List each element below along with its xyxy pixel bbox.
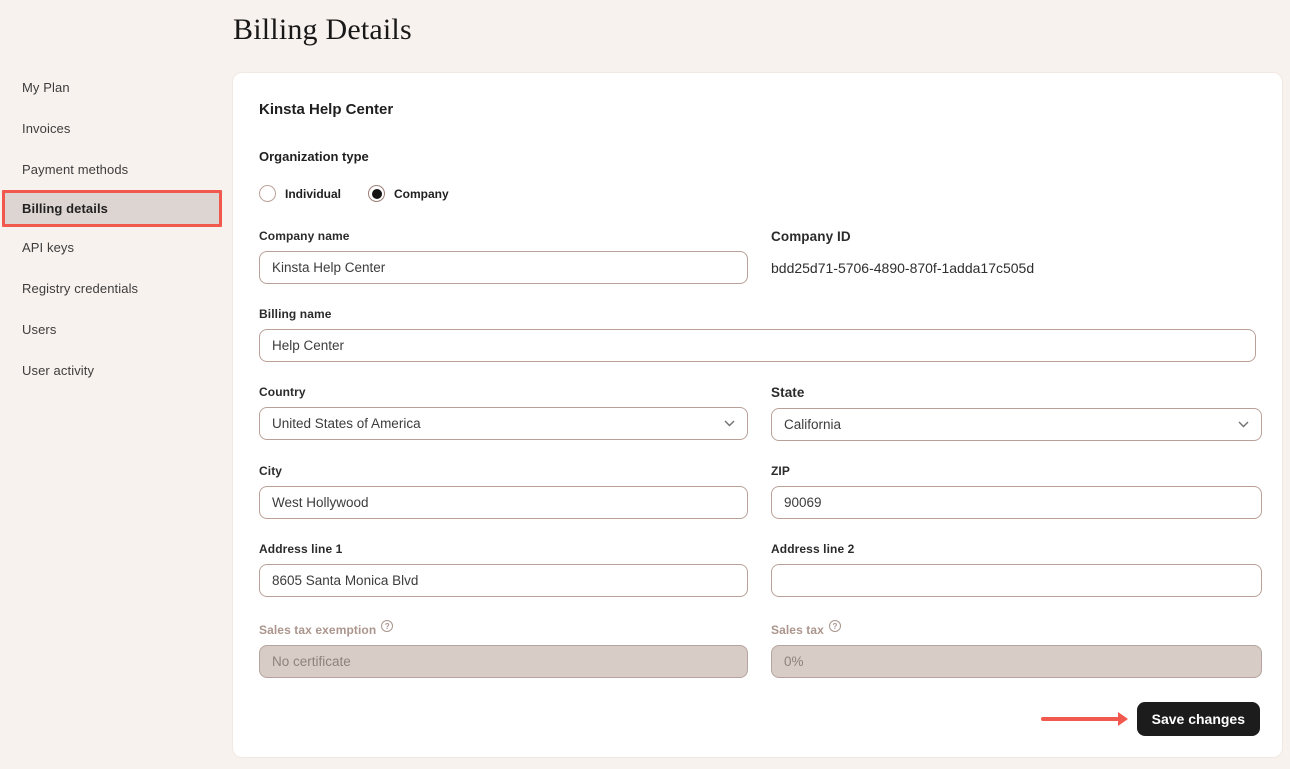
company-name-label: Company name <box>259 229 748 243</box>
address-line-1-input[interactable] <box>259 564 748 597</box>
radio-individual-label: Individual <box>285 187 341 201</box>
zip-label: ZIP <box>771 464 1262 478</box>
radio-company[interactable] <box>368 185 385 202</box>
country-field-group: Country United States of America <box>259 385 748 441</box>
sidebar: My Plan Invoices Payment methods Billing… <box>0 0 232 769</box>
sidebar-item-users[interactable]: Users <box>0 309 232 350</box>
state-label: State <box>771 385 1262 400</box>
sales-tax-exemption-input <box>259 645 748 678</box>
company-name-input[interactable] <box>259 251 748 284</box>
chevron-down-icon <box>724 420 735 427</box>
radio-company-label: Company <box>394 187 449 201</box>
annotation-arrow-icon <box>1041 712 1128 726</box>
city-field-group: City <box>259 464 748 519</box>
sidebar-item-my-plan[interactable]: My Plan <box>0 67 232 108</box>
sidebar-item-registry-credentials[interactable]: Registry credentials <box>0 268 232 309</box>
sidebar-nav: My Plan Invoices Payment methods Billing… <box>0 67 232 391</box>
address-line-2-input[interactable] <box>771 564 1262 597</box>
address-line-2-field-group: Address line 2 <box>771 542 1262 597</box>
zip-input[interactable] <box>771 486 1262 519</box>
billing-name-input[interactable] <box>259 329 1256 362</box>
billing-details-card: Kinsta Help Center Organization type Ind… <box>232 72 1283 758</box>
save-changes-button[interactable]: Save changes <box>1137 702 1260 736</box>
organization-type-label: Organization type <box>259 149 1256 164</box>
sidebar-item-payment-methods[interactable]: Payment methods <box>0 149 232 190</box>
address-line-1-field-group: Address line 1 <box>259 542 748 597</box>
radio-individual[interactable] <box>259 185 276 202</box>
zip-field-group: ZIP <box>771 464 1262 519</box>
state-select-value: California <box>784 417 841 432</box>
company-heading: Kinsta Help Center <box>259 101 1256 118</box>
state-field-group: State California <box>771 385 1262 441</box>
page-title: Billing Details <box>233 13 412 47</box>
sales-tax-exemption-label: Sales tax exemption? <box>259 620 748 637</box>
sidebar-item-billing-details[interactable]: Billing details <box>2 190 222 227</box>
country-select-value: United States of America <box>272 416 421 431</box>
sidebar-item-user-activity[interactable]: User activity <box>0 350 232 391</box>
sales-tax-exemption-field-group: Sales tax exemption? <box>259 620 748 678</box>
city-input[interactable] <box>259 486 748 519</box>
sidebar-item-invoices[interactable]: Invoices <box>0 108 232 149</box>
organization-type-radio-group: Individual Company <box>259 185 1256 202</box>
company-id-label: Company ID <box>771 229 1262 244</box>
radio-option-company[interactable]: Company <box>368 185 449 202</box>
sales-tax-field-group: Sales tax? <box>771 620 1262 678</box>
chevron-down-icon <box>1238 421 1249 428</box>
save-row: Save changes <box>1041 702 1260 736</box>
address-line-2-label: Address line 2 <box>771 542 1262 556</box>
info-icon: ? <box>381 620 393 632</box>
city-label: City <box>259 464 748 478</box>
info-icon: ? <box>829 620 841 632</box>
sidebar-item-api-keys[interactable]: API keys <box>0 227 232 268</box>
company-id-group: Company ID bdd25d71-5706-4890-870f-1adda… <box>771 229 1262 284</box>
country-select[interactable]: United States of America <box>259 407 748 440</box>
company-id-value: bdd25d71-5706-4890-870f-1adda17c505d <box>771 260 1262 276</box>
billing-name-label: Billing name <box>259 307 1256 321</box>
sales-tax-input <box>771 645 1262 678</box>
sales-tax-label: Sales tax? <box>771 620 1262 637</box>
address-line-1-label: Address line 1 <box>259 542 748 556</box>
company-name-field-group: Company name <box>259 229 748 284</box>
radio-option-individual[interactable]: Individual <box>259 185 341 202</box>
country-label: Country <box>259 385 748 399</box>
state-select[interactable]: California <box>771 408 1262 441</box>
billing-name-field-group: Billing name <box>259 307 1256 362</box>
